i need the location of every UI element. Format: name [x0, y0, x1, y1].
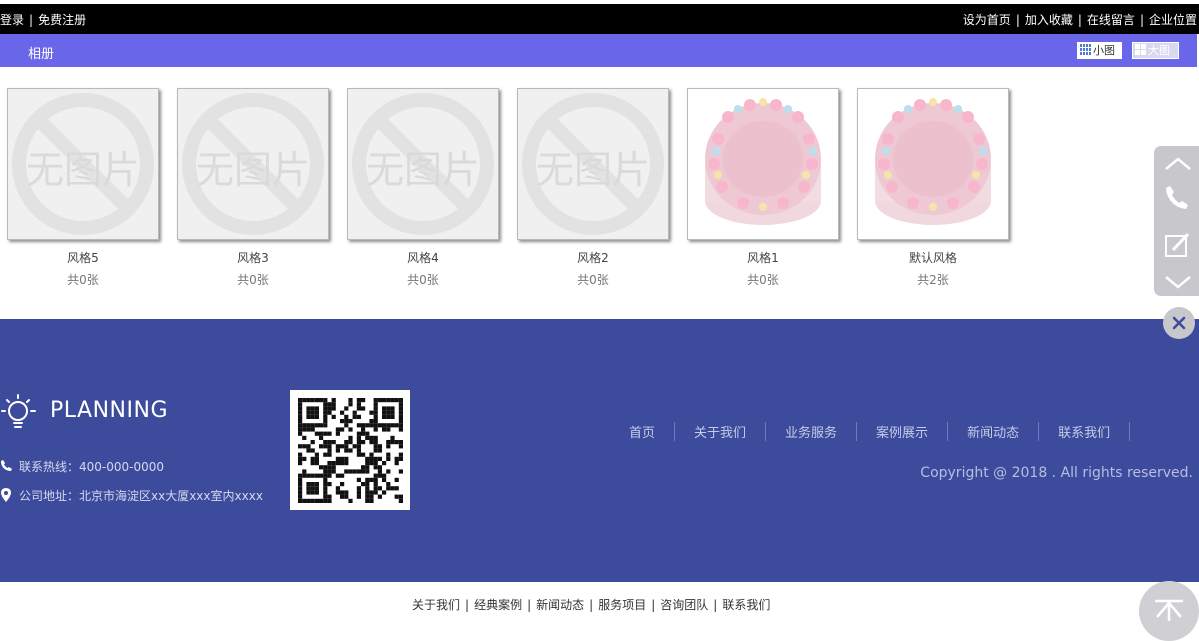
footer-nav: 首页 关于我们 业务服务 案例展示 新闻动态 联系我们 [610, 422, 1131, 441]
footer-nav-contact[interactable]: 联系我们 [1039, 422, 1131, 441]
chevron-up-icon [1165, 157, 1191, 170]
phone-button[interactable] [1154, 180, 1199, 212]
album-count: 共2张 [917, 273, 949, 287]
album-name[interactable]: 风格2 [517, 249, 669, 266]
separator: | [1015, 13, 1020, 27]
bottom-nav-services[interactable]: 服务项目 [598, 598, 646, 612]
album-item[interactable]: 无图片 风格4 共0张 [347, 88, 499, 288]
bottom-nav-team[interactable]: 咨询团队 [660, 598, 708, 612]
address-text: 公司地址：北京市海淀区xx大厦xxx室内xxxx [19, 489, 263, 503]
company-location-link[interactable]: 企业位置 [1149, 13, 1197, 27]
sun-icon [1, 394, 36, 428]
footer-nav-cases[interactable]: 案例展示 [857, 422, 949, 441]
footer-nav-home[interactable]: 首页 [610, 422, 676, 441]
no-image-thumbnail[interactable]: 无图片 [517, 88, 669, 240]
phone-icon [1, 460, 12, 471]
back-to-top-button[interactable] [1139, 581, 1199, 641]
large-view-label: 大图 [1148, 44, 1170, 57]
album-count: 共0张 [237, 273, 269, 287]
login-link[interactable]: 登录 [0, 13, 24, 27]
phone-icon [1166, 186, 1188, 209]
bottom-nav-cases[interactable]: 经典案例 [474, 598, 522, 612]
album-name[interactable]: 风格3 [177, 249, 329, 266]
grid-small-icon [1080, 44, 1091, 55]
album-item[interactable]: 默认风格 共2张 [857, 88, 1009, 288]
album-count: 共0张 [577, 273, 609, 287]
album-name[interactable]: 默认风格 [857, 249, 1009, 266]
separator: | [29, 13, 34, 27]
album-count: 共0张 [407, 273, 439, 287]
scroll-down-button[interactable] [1154, 269, 1199, 293]
album-title: 相册 [28, 47, 55, 62]
no-image-thumbnail[interactable]: 无图片 [7, 88, 159, 240]
side-widget [1154, 146, 1199, 296]
hotline-text: 联系热线：400-000-0000 [19, 460, 165, 474]
scroll-up-button[interactable] [1154, 150, 1199, 176]
arrow-up-icon [1155, 599, 1183, 621]
small-view-label: 小图 [1093, 44, 1115, 57]
cake-thumbnail[interactable] [687, 88, 839, 240]
site-footer: PLANNING 联系热线：400-000-0000 公司地址：北京市海淀区xx… [0, 319, 1199, 582]
no-image-thumbnail[interactable]: 无图片 [177, 88, 329, 240]
bottom-nav-contact[interactable]: 联系我们 [722, 598, 770, 612]
grid-large-icon [1135, 44, 1146, 55]
separator: | [651, 598, 656, 612]
album-item[interactable]: 无图片 风格5 共0张 [7, 88, 159, 288]
small-view-button[interactable]: 小图 [1077, 42, 1122, 59]
register-link[interactable]: 免费注册 [38, 13, 86, 27]
footer-nav-news[interactable]: 新闻动态 [948, 422, 1040, 441]
cake-image [875, 98, 991, 225]
top-bar-left: 登录 | 免费注册 [0, 11, 86, 28]
separator: | [1139, 13, 1144, 27]
online-message-link[interactable]: 在线留言 [1087, 13, 1135, 27]
separator: | [589, 598, 594, 612]
cake-image [705, 98, 821, 225]
no-image-text: 无图片 [25, 148, 140, 192]
bottom-nav-row: 关于我们 | 经典案例 | 新闻动态 | 服务项目 | 咨询团队 | 联系我们 [412, 596, 770, 613]
top-bar-right: 设为首页 | 加入收藏 | 在线留言 | 企业位置 [963, 11, 1197, 28]
chevron-down-icon [1165, 276, 1191, 289]
album-name[interactable]: 风格5 [7, 249, 159, 266]
close-widget-button[interactable] [1163, 307, 1195, 339]
separator: | [527, 598, 532, 612]
brand-name: PLANNING [50, 398, 168, 423]
bottom-nav: 关于我们 | 经典案例 | 新闻动态 | 服务项目 | 咨询团队 | 联系我们 [0, 582, 1199, 619]
location-pin-icon [1, 488, 11, 502]
footer-nav-about[interactable]: 关于我们 [675, 422, 767, 441]
album-name[interactable]: 风格4 [347, 249, 499, 266]
separator: | [713, 598, 718, 612]
no-image-text: 无图片 [535, 148, 650, 192]
album-gallery: 无图片 风格5 共0张 无图片 风格3 共0张 无图片 风格4 共0张 无图片 … [0, 67, 1197, 319]
no-image-thumbnail[interactable]: 无图片 [347, 88, 499, 240]
qr-code [290, 390, 410, 510]
message-button[interactable] [1154, 228, 1199, 262]
separator: | [465, 598, 470, 612]
set-home-link[interactable]: 设为首页 [963, 13, 1011, 27]
album-item[interactable]: 无图片 风格2 共0张 [517, 88, 669, 288]
album-count: 共0张 [67, 273, 99, 287]
cake-thumbnail[interactable] [857, 88, 1009, 240]
add-favorite-link[interactable]: 加入收藏 [1025, 13, 1073, 27]
album-name[interactable]: 风格1 [687, 249, 839, 266]
no-image-text: 无图片 [365, 148, 480, 192]
qr-code-image [298, 398, 403, 503]
large-view-button[interactable]: 大图 [1132, 42, 1179, 59]
album-item[interactable]: 无图片 风格3 共0张 [177, 88, 329, 288]
bottom-nav-news[interactable]: 新闻动态 [536, 598, 584, 612]
album-count: 共0张 [747, 273, 779, 287]
edit-icon [1165, 232, 1190, 257]
separator: | [1077, 13, 1082, 27]
album-item[interactable]: 风格1 共0张 [687, 88, 839, 288]
close-icon [1172, 316, 1186, 330]
footer-nav-services[interactable]: 业务服务 [766, 422, 858, 441]
album-header: 相册 小图 大图 [0, 34, 1197, 67]
copyright: Copyright @ 2018 . All rights reserved. [920, 465, 1193, 481]
top-bar: 登录 | 免费注册 设为首页 | 加入收藏 | 在线留言 | 企业位置 [0, 4, 1199, 34]
no-image-text: 无图片 [195, 148, 310, 192]
bottom-nav-about[interactable]: 关于我们 [412, 598, 460, 612]
